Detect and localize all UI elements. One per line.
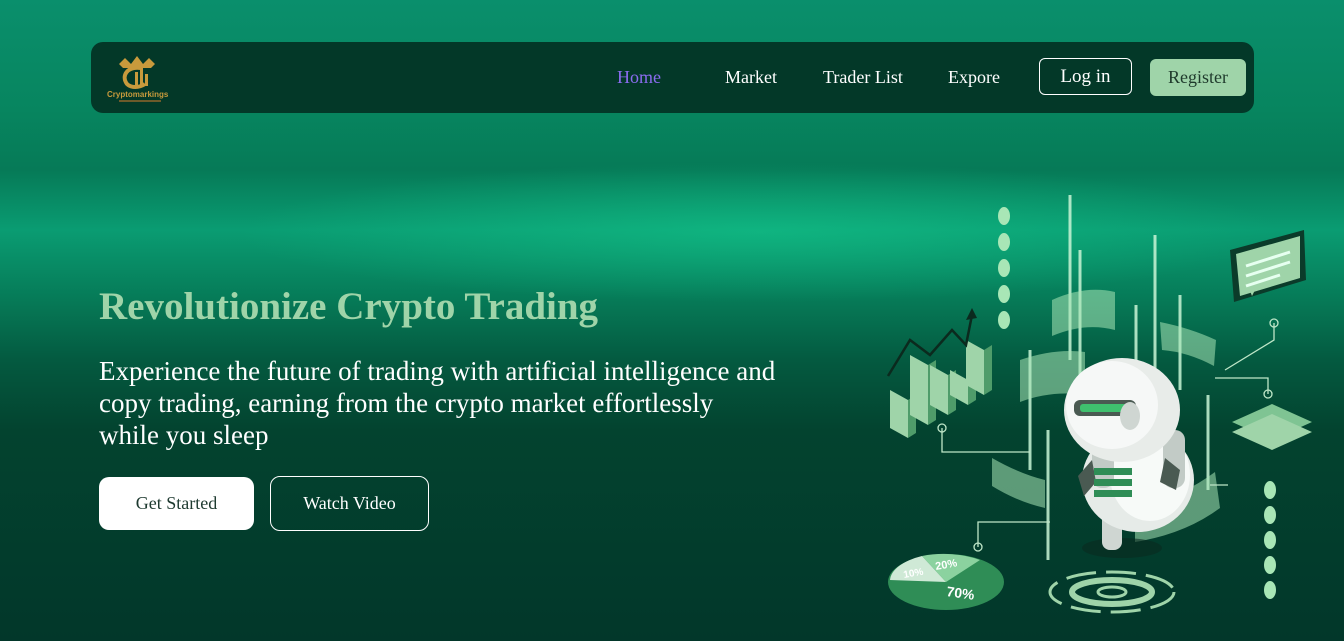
chat-bubble-icon [1230, 230, 1306, 302]
bar-chart-icon [886, 308, 992, 438]
nav-trader-list[interactable]: Trader List [823, 67, 903, 88]
gear-ring-icon [1048, 570, 1176, 614]
layer-stack-icon [1232, 404, 1312, 450]
brand-tagline-line [119, 100, 161, 102]
nav-expore[interactable]: Expore [948, 67, 1000, 88]
watch-video-button[interactable]: Watch Video [270, 476, 429, 531]
brand-logo[interactable]: Cryptomarkings [105, 54, 175, 104]
dots-left-icon [998, 207, 1010, 329]
navbar: Cryptomarkings Home Market Trader List E… [91, 42, 1254, 113]
get-started-button[interactable]: Get Started [99, 477, 254, 530]
pie-chart-icon: 10% 20% 70% [888, 553, 1004, 610]
crown-logo-icon [119, 56, 155, 89]
ai-trading-illustration: 10% 20% 70% [880, 190, 1320, 630]
nav-market[interactable]: Market [725, 67, 777, 88]
dots-right-icon [1264, 481, 1276, 599]
login-button[interactable]: Log in [1039, 58, 1132, 95]
register-button[interactable]: Register [1150, 59, 1246, 96]
hero-subtitle: Experience the future of trading with ar… [99, 356, 776, 450]
hero-title: Revolutionize Crypto Trading [99, 285, 599, 328]
nav-home[interactable]: Home [617, 67, 661, 88]
brand-name: Cryptomarkings [107, 90, 169, 99]
